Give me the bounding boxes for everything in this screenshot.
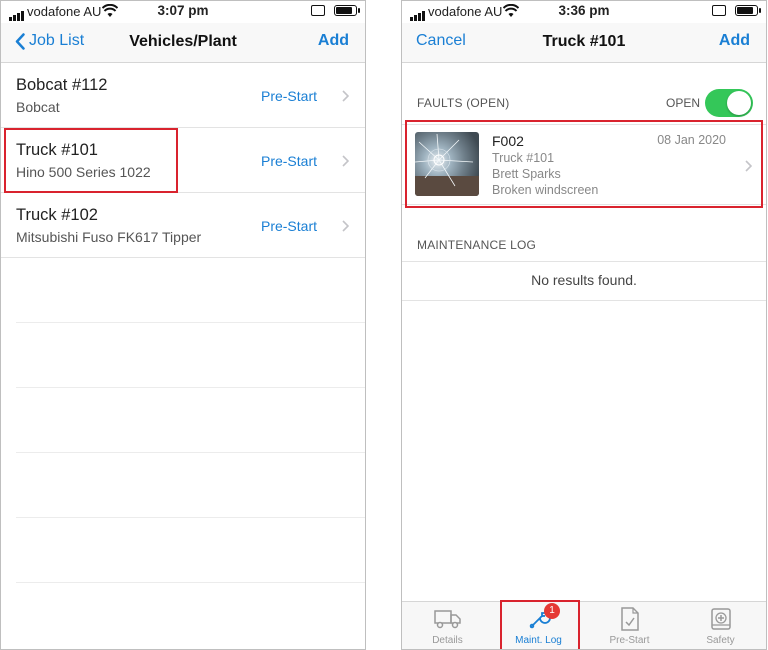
fault-description: Broken windscreen: [492, 183, 599, 197]
tab-bar: Details 1 Maint. Log Pre-Start Safety: [402, 601, 766, 649]
fault-reporter: Brett Sparks: [492, 167, 561, 181]
fault-item[interactable]: F002 08 Jan 2020 Truck #101 Brett Sparks…: [402, 124, 766, 205]
tab-label: Safety: [706, 635, 735, 646]
vehicle-name: Truck #102: [16, 206, 98, 224]
cracked-glass-image: [415, 133, 479, 196]
pre-start-link[interactable]: Pre-Start: [261, 218, 317, 234]
empty-state-message: No results found.: [402, 261, 766, 301]
vehicle-model: Hino 500 Series 1022: [16, 164, 151, 180]
screen-mirroring-icon: [311, 5, 325, 16]
pre-start-link[interactable]: Pre-Start: [261, 153, 317, 169]
tab-safety[interactable]: Safety: [675, 602, 766, 649]
tab-label: Pre-Start: [609, 635, 650, 646]
status-bar: vodafone AU 3:36 pm: [402, 1, 766, 23]
chevron-right-icon: [745, 160, 752, 172]
battery-icon: [334, 5, 360, 16]
battery-icon: [735, 5, 761, 16]
open-filter-toggle[interactable]: [705, 89, 753, 117]
vehicle-list: Bobcat #112 Bobcat Pre-Start Truck #101 …: [1, 63, 365, 583]
vehicle-name: Truck #101: [16, 141, 98, 159]
tab-details[interactable]: Details: [402, 602, 493, 649]
empty-row-divider: [16, 453, 365, 518]
fault-vehicle: Truck #101: [492, 151, 555, 165]
truck-icon: [433, 610, 461, 629]
page-title: Vehicles/Plant: [129, 33, 237, 50]
notification-badge: 1: [544, 603, 560, 619]
toggle-knob: [727, 91, 751, 115]
vehicle-model: Mitsubishi Fuso FK617 Tipper: [16, 229, 202, 245]
list-item[interactable]: Truck #102 Mitsubishi Fuso FK617 Tipper …: [1, 193, 365, 258]
tab-label: Details: [432, 635, 463, 646]
chevron-right-icon: [342, 220, 349, 232]
page-title: Truck #101: [542, 33, 626, 50]
pre-start-link[interactable]: Pre-Start: [261, 88, 317, 104]
empty-row-divider: [16, 258, 365, 323]
faults-section-header: FAULTS (OPEN): [417, 96, 510, 110]
empty-row-divider: [16, 518, 365, 583]
truck-detail-screen: vodafone AU 3:36 pm Cancel Truck #101 Ad…: [401, 0, 767, 650]
empty-row-divider: [16, 388, 365, 453]
status-bar: vodafone AU 3:07 pm: [1, 1, 365, 23]
tab-pre-start[interactable]: Pre-Start: [584, 602, 675, 649]
checklist-document-icon: [620, 607, 639, 631]
empty-row-divider: [16, 323, 365, 388]
fault-code: F002: [492, 133, 524, 149]
tab-maint-log[interactable]: 1 Maint. Log: [493, 602, 584, 649]
fault-photo: [415, 132, 479, 196]
chevron-right-icon: [342, 155, 349, 167]
chevron-right-icon: [342, 90, 349, 102]
detail-content: FAULTS (OPEN) OPEN F002 08 Jan 2020 Truc…: [402, 63, 766, 601]
vehicle-model: Bobcat: [16, 99, 60, 115]
vehicle-name: Bobcat #112: [16, 76, 108, 94]
add-button[interactable]: Add: [318, 32, 349, 50]
list-item[interactable]: Bobcat #112 Bobcat Pre-Start: [1, 63, 365, 128]
fault-date: 08 Jan 2020: [657, 133, 726, 147]
tab-label: Maint. Log: [515, 635, 562, 646]
navigation-bar: Job List Vehicles/Plant Add: [1, 23, 365, 63]
list-item[interactable]: Truck #101 Hino 500 Series 1022 Pre-Star…: [1, 128, 365, 193]
first-aid-icon: [710, 608, 731, 630]
screen-mirroring-icon: [712, 5, 726, 16]
open-toggle-label: OPEN: [665, 96, 700, 110]
add-button[interactable]: Add: [719, 32, 750, 50]
navigation-bar: Cancel Truck #101 Add: [402, 23, 766, 63]
vehicles-plant-screen: vodafone AU 3:07 pm Job List Vehicles/Pl…: [0, 0, 366, 650]
maintenance-section-header: MAINTENANCE LOG: [417, 238, 537, 252]
